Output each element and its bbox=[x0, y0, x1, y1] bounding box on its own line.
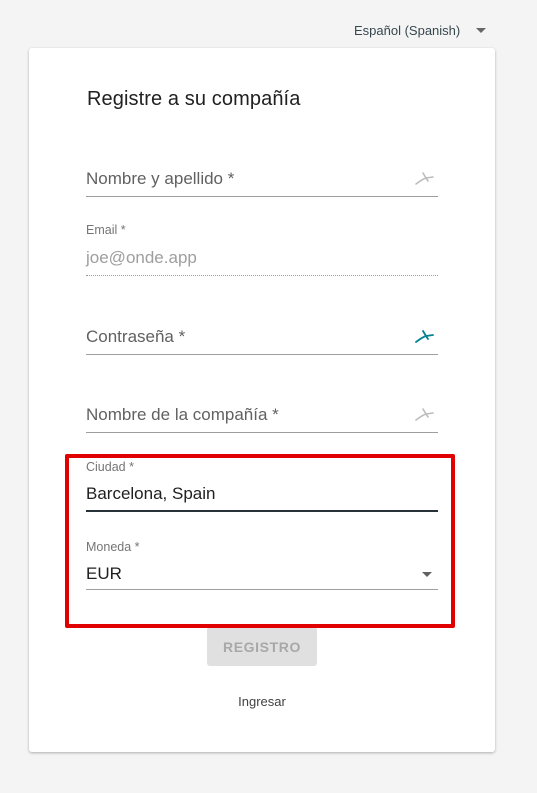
password-manager-icon[interactable] bbox=[414, 171, 434, 187]
password-field[interactable]: Contraseña * bbox=[86, 319, 438, 355]
page-title: Registre a su compañía bbox=[87, 88, 301, 110]
password-placeholder: Contraseña * bbox=[86, 327, 186, 346]
password-manager-icon[interactable] bbox=[414, 329, 434, 345]
full-name-placeholder: Nombre y apellido * bbox=[86, 169, 235, 188]
email-field[interactable]: Email * joe@onde.app bbox=[86, 223, 438, 276]
currency-label: Moneda * bbox=[86, 540, 140, 554]
register-button[interactable]: REGISTRO bbox=[207, 627, 317, 666]
password-manager-icon[interactable] bbox=[414, 407, 434, 423]
currency-value: EUR bbox=[86, 564, 122, 583]
company-name-underline bbox=[86, 432, 438, 433]
full-name-underline bbox=[86, 196, 438, 197]
full-name-field[interactable]: Nombre y apellido * bbox=[86, 161, 438, 197]
email-underline bbox=[86, 275, 438, 276]
language-selector[interactable]: Español (Spanish) bbox=[354, 20, 487, 40]
city-value: Barcelona, Spain bbox=[86, 484, 216, 503]
company-name-field[interactable]: Nombre de la compañía * bbox=[86, 397, 438, 433]
login-link[interactable]: Ingresar bbox=[29, 694, 495, 709]
email-value: joe@onde.app bbox=[86, 248, 197, 267]
caret-down-icon bbox=[476, 27, 487, 33]
email-label: Email * bbox=[86, 223, 126, 237]
city-label: Ciudad * bbox=[86, 460, 134, 474]
caret-down-icon[interactable] bbox=[422, 572, 432, 577]
currency-select[interactable]: Moneda * EUR bbox=[86, 540, 438, 590]
city-field[interactable]: Ciudad * Barcelona, Spain bbox=[86, 460, 438, 512]
registration-card: Registre a su compañía Nombre y apellido… bbox=[29, 48, 495, 752]
company-name-placeholder: Nombre de la compañía * bbox=[86, 405, 279, 424]
currency-underline bbox=[86, 589, 438, 590]
password-underline bbox=[86, 354, 438, 355]
language-label: Español (Spanish) bbox=[354, 22, 461, 38]
city-underline bbox=[86, 510, 438, 512]
